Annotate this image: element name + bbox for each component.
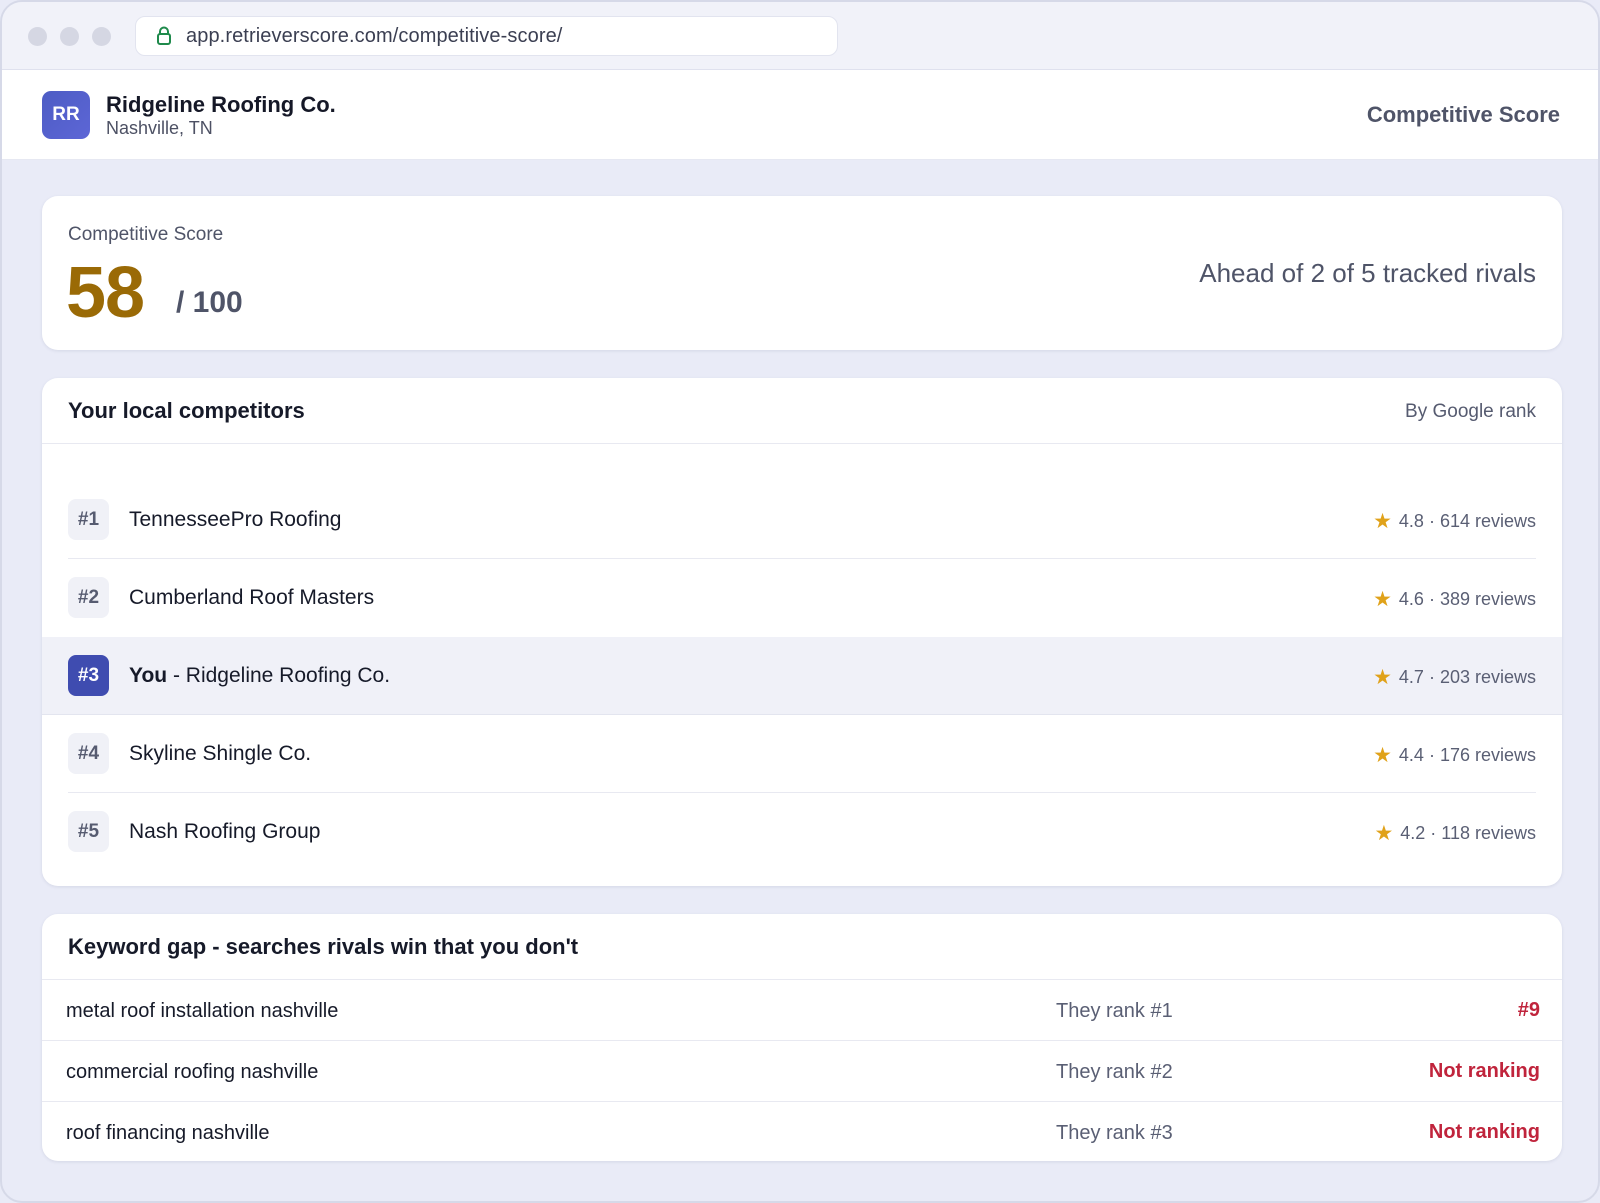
- competitor-name-you: You - Ridgeline Roofing Co.: [129, 664, 390, 688]
- score-max: / 100: [176, 286, 243, 319]
- score-label: Competitive Score: [68, 224, 224, 245]
- keyword-gap-card: Keyword gap - searches rivals win that y…: [42, 914, 1562, 1161]
- keyword-term: roof financing nashville: [66, 1122, 270, 1144]
- competitor-name: Cumberland Roof Masters: [129, 586, 375, 609]
- their-rank: They rank #1: [1056, 1000, 1173, 1022]
- rating-text: 4.8 · 614 reviews: [1398, 511, 1536, 531]
- star-icon: ★: [1373, 666, 1392, 689]
- keyword-gap-header: Keyword gap - searches rivals win that y…: [42, 914, 1562, 980]
- rank-badge: #2: [68, 577, 109, 618]
- keyword-term: metal roof installation nashville: [66, 1000, 339, 1022]
- your-business-name: Ridgeline Roofing Co.: [185, 664, 391, 687]
- your-rank: #9: [1517, 999, 1540, 1021]
- rating-text: 4.2 · 118 reviews: [1400, 823, 1536, 843]
- rank-badge-you: #3: [68, 655, 109, 696]
- window-close-dot[interactable]: [28, 27, 47, 46]
- competitor-name: Skyline Shingle Co.: [129, 742, 312, 765]
- competitor-rating: ★ 4.8 · 614 reviews: [1373, 511, 1536, 532]
- keyword-gap-title: Keyword gap - searches rivals win that y…: [68, 934, 579, 959]
- competitor-row[interactable]: #1 TennesseePro Roofing ★ 4.8 · 614 revi…: [68, 481, 1536, 559]
- business-location: Nashville, TN: [106, 118, 213, 138]
- page-title: Competitive Score: [1366, 102, 1560, 127]
- star-icon: ★: [1374, 822, 1394, 845]
- rating-text: 4.4 · 176 reviews: [1398, 745, 1536, 765]
- score-card: Competitive Score 58 / 100 Ahead of 2 of…: [42, 196, 1562, 350]
- lock-icon: [156, 26, 172, 46]
- competitor-rating: ★ 4.2 · 118 reviews: [1374, 823, 1536, 844]
- business-name: Ridgeline Roofing Co.: [106, 92, 336, 117]
- competitor-row[interactable]: #2 Cumberland Roof Masters ★ 4.6 · 389 r…: [68, 559, 1536, 637]
- keyword-row[interactable]: commercial roofing nashville They rank #…: [42, 1041, 1562, 1102]
- your-rank: Not ranking: [1428, 1121, 1540, 1143]
- star-icon: ★: [1373, 588, 1392, 611]
- competitor-row[interactable]: #4 Skyline Shingle Co. ★ 4.4 · 176 revie…: [68, 715, 1536, 793]
- browser-chrome: app.retrieverscore.com/competitive-score…: [2, 2, 1598, 70]
- competitor-rating: ★ 4.7 · 203 reviews: [1373, 667, 1536, 688]
- competitor-list: #1 TennesseePro Roofing ★ 4.8 · 614 revi…: [42, 481, 1562, 871]
- rank-badge: #5: [68, 811, 109, 852]
- competitor-row-you[interactable]: #3 You - Ridgeline Roofing Co. ★ 4.7 · 2…: [42, 637, 1562, 715]
- their-rank: They rank #2: [1056, 1061, 1173, 1083]
- keyword-row[interactable]: metal roof installation nashville They r…: [42, 980, 1562, 1041]
- avatar[interactable]: RR: [42, 91, 90, 139]
- window-minimize-dot[interactable]: [60, 27, 79, 46]
- your-rank: Not ranking: [1428, 1060, 1540, 1082]
- address-bar[interactable]: app.retrieverscore.com/competitive-score…: [135, 16, 838, 56]
- star-icon: ★: [1373, 510, 1392, 533]
- their-rank: They rank #3: [1056, 1122, 1173, 1144]
- competitor-row[interactable]: #5 Nash Roofing Group ★ 4.2 · 118 review…: [68, 793, 1536, 871]
- name-separator: -: [167, 664, 186, 687]
- rank-badge: #1: [68, 499, 109, 540]
- you-tag: You: [129, 664, 168, 687]
- browser-window: app.retrieverscore.com/competitive-score…: [0, 0, 1600, 1203]
- rating-text: 4.6 · 389 reviews: [1398, 589, 1536, 609]
- star-icon: ★: [1373, 744, 1392, 767]
- keyword-row[interactable]: roof financing nashville They rank #3 No…: [42, 1102, 1562, 1161]
- competitors-title: Your local competitors: [68, 398, 305, 423]
- competitor-rating: ★ 4.4 · 176 reviews: [1373, 745, 1536, 766]
- url-text[interactable]: app.retrieverscore.com/competitive-score…: [186, 25, 562, 48]
- competitor-name: Nash Roofing Group: [129, 820, 321, 843]
- rating-text: 4.7 · 203 reviews: [1398, 667, 1536, 687]
- competitor-rating: ★ 4.6 · 389 reviews: [1373, 589, 1536, 610]
- rank-badge: #4: [68, 733, 109, 774]
- competitors-card: Your local competitors By Google rank #1…: [42, 378, 1562, 886]
- keyword-term: commercial roofing nashville: [66, 1061, 319, 1083]
- rivals-summary: Ahead of 2 of 5 tracked rivals: [1199, 258, 1536, 288]
- sort-label[interactable]: By Google rank: [1405, 401, 1536, 423]
- competitor-name: TennesseePro Roofing: [129, 508, 342, 531]
- window-maximize-dot[interactable]: [92, 27, 111, 46]
- score-value: 58: [66, 253, 145, 333]
- competitors-header: Your local competitors By Google rank: [42, 378, 1562, 444]
- app-header: RR Ridgeline Roofing Co. Nashville, TN C…: [2, 70, 1598, 160]
